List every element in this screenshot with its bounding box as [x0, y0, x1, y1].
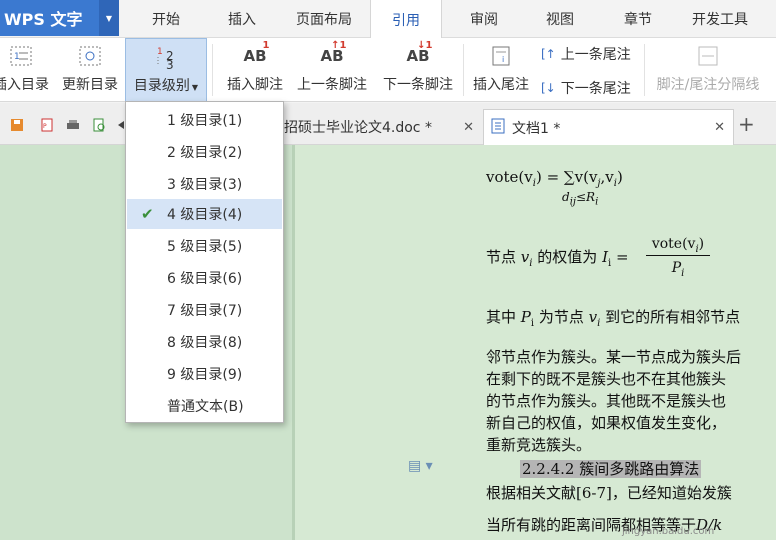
document-tab-bar: P 招硕士毕业论文4.doc * ✕ 文档1 * ✕: [0, 103, 776, 145]
endnote-icon: i: [489, 38, 513, 74]
next-endnote-label: 下一条尾注: [560, 81, 631, 97]
prev-footnote-label: 上一条脚注: [297, 77, 367, 93]
app-menu-button[interactable]: WPS 文字 ▼: [0, 0, 119, 36]
toc-level-button[interactable]: 123 目录级别 ▼: [125, 38, 207, 102]
paragraph-pi: 其中 Pi 为节点 vi 到它的所有相邻节点: [486, 308, 741, 329]
dropdown-arrow-icon: ▼: [191, 83, 199, 92]
new-tab-plus-icon[interactable]: +: [738, 112, 755, 136]
chevron-down-icon[interactable]: ▼: [99, 0, 119, 36]
insert-footnote-label: 插入脚注: [227, 77, 283, 93]
svg-text:1: 1: [157, 47, 163, 57]
watermark: jingyan.baidu.com: [622, 526, 715, 537]
print-preview-icon[interactable]: [92, 117, 106, 132]
next-endnote-icon: [↓: [541, 81, 556, 95]
paragraph-line: 邻节点作为簇头。某一节点成为簇头后: [486, 348, 742, 366]
insert-toc-label: 插入目录: [0, 77, 49, 93]
app-title: WPS 文字: [4, 10, 83, 29]
doc-tab-document1[interactable]: 文档1 * ✕: [483, 109, 734, 145]
svg-text:P: P: [43, 123, 47, 130]
title-bar: WPS 文字 ▼ 开始 插入 页面布局 引用 审阅 视图 章节 开发工具: [0, 0, 776, 39]
checkmark-icon: ✔: [141, 205, 154, 223]
insert-endnote-label: 插入尾注: [473, 77, 529, 93]
prev-endnote-icon: [↑: [541, 47, 556, 61]
next-endnote-button[interactable]: [↓ 下一条尾注: [541, 76, 631, 100]
update-toc-button[interactable]: 更新目录: [58, 38, 122, 102]
ribbon: 1 插入目录 更新目录 123 目录级别▼ AB1 插入脚注 AB↑1 上一条脚…: [0, 38, 776, 102]
tab-references[interactable]: 引用: [370, 0, 442, 39]
prev-footnote-icon: AB ↑1: [320, 39, 347, 65]
close-icon[interactable]: ✕: [714, 120, 725, 135]
export-pdf-icon[interactable]: P: [40, 117, 54, 132]
paragraph-line: 重新竞选簇头。: [486, 436, 592, 454]
menu-item-level-7[interactable]: 7 级目录(7): [127, 295, 282, 325]
svg-text:3: 3: [166, 58, 174, 70]
svg-text:1: 1: [14, 52, 20, 62]
save-icon[interactable]: [10, 117, 24, 131]
menu-item-level-6[interactable]: 6 级目录(6): [127, 263, 282, 293]
menu-item-body-text[interactable]: 普通文本(B): [127, 391, 282, 421]
next-footnote-button[interactable]: AB ↓1 下一条脚注: [378, 38, 458, 102]
tab-home[interactable]: 开始: [130, 0, 202, 38]
prev-endnote-button[interactable]: [↑ 上一条尾注: [541, 42, 631, 66]
menu-item-level-1[interactable]: 1 级目录(1): [127, 105, 282, 135]
doc-tab-document1-label: 文档1 *: [512, 120, 561, 137]
paragraph-options-icon[interactable]: ▤ ▾: [408, 458, 433, 474]
tab-review[interactable]: 审阅: [446, 0, 522, 38]
formula-vote-subscript: dij≤Ri: [562, 190, 599, 208]
toc-level-dropdown: 1 级目录(1) 2 级目录(2) 3 级目录(3) ✔ 4 级目录(4) 5 级…: [125, 101, 284, 423]
print-icon[interactable]: [66, 117, 80, 131]
prev-endnote-label: 上一条尾注: [560, 47, 631, 63]
formula-vote: vote(vi) = ∑v(vj,vi): [486, 168, 623, 189]
menu-item-level-8[interactable]: 8 级目录(8): [127, 327, 282, 357]
note-separator-button[interactable]: 脚注/尾注分隔线: [650, 38, 766, 102]
note-separator-label: 脚注/尾注分隔线: [656, 77, 760, 93]
toc-level-icon: 123: [153, 39, 179, 75]
tab-page-layout[interactable]: 页面布局: [282, 0, 366, 38]
prev-footnote-button[interactable]: AB ↑1 上一条脚注: [292, 38, 372, 102]
ribbon-separator: [212, 44, 213, 96]
section-heading: 2.2.4.2 簇间多跳路由算法: [520, 460, 702, 478]
tab-section[interactable]: 章节: [600, 0, 676, 38]
menu-item-level-3[interactable]: 3 级目录(3): [127, 169, 282, 199]
next-footnote-label: 下一条脚注: [383, 77, 453, 93]
ribbon-separator: [644, 44, 645, 96]
document-icon: [490, 118, 506, 138]
paragraph-weight: 节点 vi 的权值为 Ii =: [486, 248, 629, 269]
doc-tab-thesis-label: 招硕士毕业论文4.doc *: [284, 120, 432, 136]
paragraph-line: 根据相关文献[6-7]，已经知道始发簇: [486, 484, 732, 502]
menu-item-level-4[interactable]: ✔ 4 级目录(4): [127, 199, 282, 229]
doc-tab-thesis[interactable]: 招硕士毕业论文4.doc * ✕: [284, 109, 482, 145]
insert-endnote-button[interactable]: i 插入尾注: [468, 38, 534, 102]
menu-item-level-2[interactable]: 2 级目录(2): [127, 137, 282, 167]
menu-item-level-5[interactable]: 5 级目录(5): [127, 231, 282, 261]
footnote-icon: AB 1: [243, 39, 270, 65]
toc-update-icon: [77, 38, 103, 74]
update-toc-label: 更新目录: [62, 77, 118, 93]
toc-insert-icon: 1: [8, 38, 34, 74]
document-content: vote(vi) = ∑v(vj,vi) dij≤Ri 节点 vi 的权值为 I…: [486, 150, 776, 540]
fraction-denominator: Pi: [671, 260, 685, 279]
tab-insert[interactable]: 插入: [206, 0, 278, 38]
fraction-numerator: vote(vi): [646, 236, 710, 256]
tab-developer[interactable]: 开发工具: [678, 0, 762, 38]
next-footnote-icon: AB ↓1: [406, 39, 433, 65]
insert-footnote-button[interactable]: AB 1 插入脚注: [222, 38, 288, 102]
tab-view[interactable]: 视图: [524, 0, 596, 38]
paragraph-line: 在剩下的既不是簇头也不在其他簇头: [486, 370, 727, 388]
insert-toc-button[interactable]: 1 插入目录: [0, 38, 54, 102]
paragraph-line: 新自己的权值，如果权值发生变化，: [486, 414, 727, 432]
ribbon-separator: [463, 44, 464, 96]
toc-level-label: 目录级别: [133, 78, 190, 94]
separator-line-icon: [696, 38, 720, 74]
paragraph-line: 的节点作为簇头。其他既不是簇头也: [486, 392, 727, 410]
menu-item-level-9[interactable]: 9 级目录(9): [127, 359, 282, 389]
svg-text:i: i: [502, 55, 504, 64]
close-icon[interactable]: ✕: [463, 120, 474, 135]
